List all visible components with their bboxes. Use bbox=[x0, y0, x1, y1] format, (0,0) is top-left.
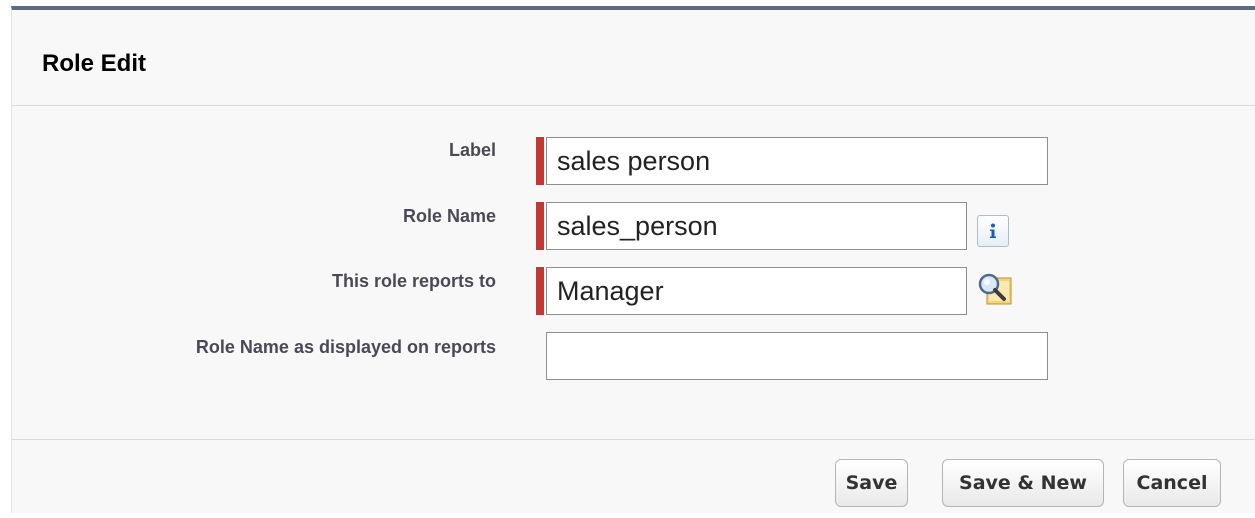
label-input[interactable] bbox=[546, 137, 1048, 185]
panel-header: Role Edit bbox=[12, 10, 1255, 106]
info-icon[interactable] bbox=[977, 215, 1009, 247]
reports-to-input[interactable] bbox=[546, 267, 967, 315]
lookup-magnifier-icon[interactable] bbox=[977, 272, 1013, 306]
save-button[interactable]: Save bbox=[835, 459, 908, 507]
display-name-field-label: Role Name as displayed on reports bbox=[195, 337, 496, 357]
role-edit-panel: Role Edit Label Role Name This role repo… bbox=[11, 6, 1255, 513]
role-name-input[interactable] bbox=[546, 202, 967, 250]
required-indicator bbox=[536, 267, 544, 315]
save-and-new-button[interactable]: Save & New bbox=[942, 459, 1104, 507]
role-name-field-label: Role Name bbox=[402, 206, 496, 226]
label-field-label: Label bbox=[448, 140, 496, 160]
page-title: Role Edit bbox=[42, 50, 147, 77]
display-name-input[interactable] bbox=[546, 332, 1048, 380]
reports-to-field-label: This role reports to bbox=[331, 271, 496, 291]
required-indicator bbox=[536, 202, 544, 250]
cancel-button[interactable]: Cancel bbox=[1123, 459, 1221, 507]
required-indicator bbox=[536, 137, 544, 185]
